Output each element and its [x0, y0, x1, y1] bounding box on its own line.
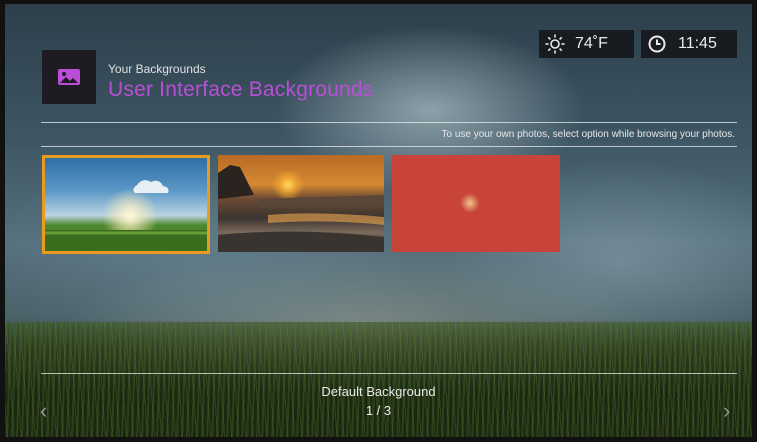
weather-widget: 74˚F: [539, 30, 634, 58]
picture-icon: [58, 69, 80, 85]
time-text: 11:45: [678, 35, 717, 52]
background-thumbnail-sunset[interactable]: [218, 155, 384, 252]
cloud-shape: [45, 180, 207, 251]
divider-top: [41, 122, 737, 123]
grass-foreground: [0, 322, 757, 442]
chevron-right-icon[interactable]: ›: [723, 398, 730, 424]
hint-text: To use your own photos, select option wh…: [441, 129, 735, 140]
sun-icon: [545, 34, 565, 54]
backgrounds-header-icon: [42, 50, 96, 104]
page-subtitle: Your Backgrounds: [108, 62, 206, 76]
rock-silhouette: [218, 165, 384, 252]
page-title: User Interface Backgrounds: [108, 78, 374, 101]
divider-hint: [41, 146, 737, 147]
page-indicator: 1 / 3: [365, 403, 392, 418]
background-thumbnail-flower[interactable]: [392, 155, 560, 252]
selected-background-label: Default Background: [321, 384, 436, 399]
divider-footer: [41, 373, 737, 374]
temperature-text: 74˚F: [575, 35, 608, 52]
clock-icon: [648, 35, 666, 53]
clock-widget: 11:45: [641, 30, 737, 58]
chevron-left-icon[interactable]: ‹: [40, 398, 47, 424]
background-thumbnail-sunrise[interactable]: [42, 155, 210, 254]
